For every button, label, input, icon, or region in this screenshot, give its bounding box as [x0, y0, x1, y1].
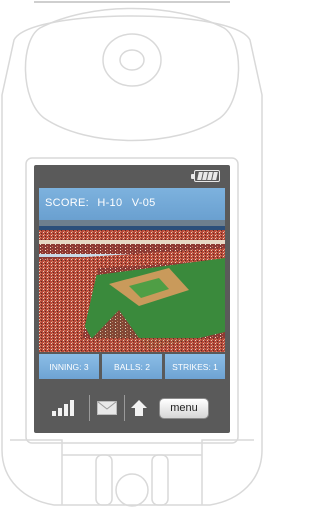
battery-icon	[191, 170, 220, 182]
home-icon[interactable]	[125, 387, 153, 429]
stadium-photo	[39, 220, 225, 352]
device-screen: SCORE: H-10 V-05 INNING: 3 BALLS: 2 STRI…	[34, 165, 230, 433]
home-score: H-10	[97, 197, 123, 209]
game-stats: INNING: 3 BALLS: 2 STRIKES: 1	[39, 354, 225, 379]
mail-icon[interactable]	[90, 387, 124, 429]
menu-button[interactable]: menu	[159, 397, 209, 419]
visitor-score: V-05	[131, 197, 156, 209]
inning-stat: INNING: 3	[39, 354, 99, 379]
bottom-toolbar: menu	[39, 387, 225, 429]
score-bar: SCORE: H-10 V-05	[39, 188, 225, 220]
score-label: SCORE:	[45, 197, 89, 209]
balls-stat: BALLS: 2	[102, 354, 162, 379]
strikes-stat: STRIKES: 1	[165, 354, 225, 379]
signal-strength-icon	[39, 387, 89, 429]
